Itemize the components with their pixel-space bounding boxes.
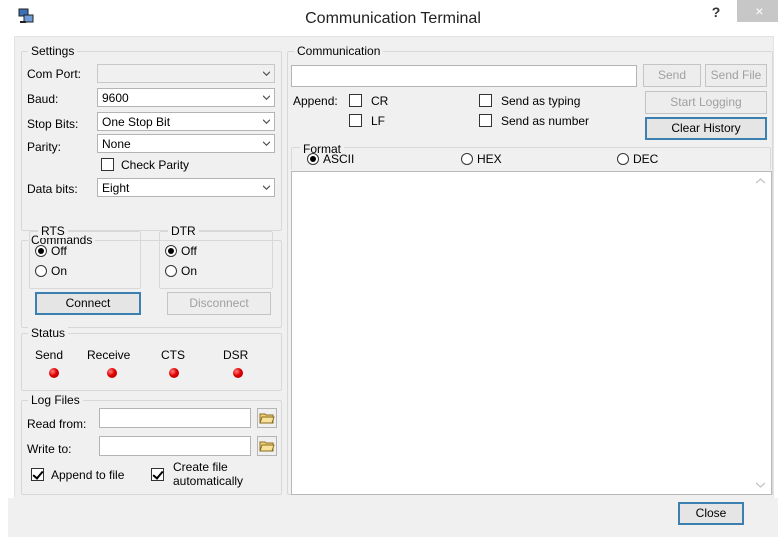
- dtr-legend: DTR: [168, 224, 199, 238]
- send-text-input[interactable]: [291, 65, 637, 87]
- read-from-input[interactable]: [99, 408, 251, 428]
- open-folder-icon: [259, 413, 275, 424]
- send-as-typing-checkbox[interactable]: [479, 94, 492, 107]
- dec-radio[interactable]: [617, 153, 629, 165]
- baud-select[interactable]: 9600: [97, 88, 275, 107]
- check-parity-checkbox[interactable]: [101, 158, 114, 171]
- append-to-file-checkbox[interactable]: [31, 468, 44, 481]
- parity-value: None: [102, 137, 131, 151]
- hex-label[interactable]: HEX: [477, 152, 502, 166]
- history-textarea[interactable]: [291, 171, 772, 495]
- status-send-label: Send: [35, 348, 64, 362]
- status-cts-label: CTS: [161, 348, 185, 362]
- dtr-off-label[interactable]: Off: [181, 244, 197, 258]
- status-legend: Status: [28, 326, 69, 340]
- send-led-indicator: [49, 368, 59, 378]
- window-title: Communication Terminal: [305, 10, 481, 27]
- dec-label[interactable]: DEC: [633, 152, 658, 166]
- rts-off-radio[interactable]: [35, 245, 47, 257]
- rts-off-label[interactable]: Off: [51, 244, 67, 258]
- window-close-button[interactable]: ×: [737, 0, 778, 22]
- send-as-number-label[interactable]: Send as number: [501, 114, 589, 128]
- data-bits-select[interactable]: Eight: [97, 178, 275, 197]
- read-from-label: Read from:: [27, 417, 87, 431]
- help-button[interactable]: ?: [705, 4, 727, 22]
- rts-on-radio[interactable]: [35, 265, 47, 277]
- append-label: Append:: [293, 94, 338, 108]
- send-button[interactable]: Send: [643, 64, 701, 87]
- create-file-checkbox[interactable]: [151, 468, 164, 481]
- open-folder-icon: [259, 441, 275, 452]
- dtr-group: DTR: [159, 224, 273, 289]
- check-parity-label[interactable]: Check Parity: [121, 158, 189, 172]
- rts-legend: RTS: [38, 224, 68, 238]
- log-files-legend: Log Files: [28, 393, 83, 407]
- parity-label: Parity:: [27, 140, 62, 154]
- settings-legend: Settings: [28, 44, 78, 58]
- read-from-browse-button[interactable]: [257, 408, 277, 428]
- baud-label: Baud:: [27, 92, 59, 106]
- create-file-label-line2[interactable]: automatically: [173, 474, 243, 488]
- chevron-down-icon: [263, 119, 270, 125]
- footer-bar: Close: [8, 498, 778, 537]
- chevron-down-icon: [263, 185, 270, 191]
- cr-checkbox[interactable]: [349, 94, 362, 107]
- scroll-up-arrow-icon[interactable]: [756, 178, 765, 184]
- dtr-on-label[interactable]: On: [181, 264, 197, 278]
- client-area: Settings Com Port: Baud: 9600 Stop Bits:…: [14, 36, 774, 500]
- disconnect-button[interactable]: Disconnect: [167, 292, 271, 315]
- append-to-file-label[interactable]: Append to file: [51, 468, 124, 482]
- communication-legend: Communication: [294, 44, 384, 58]
- rts-on-label[interactable]: On: [51, 264, 67, 278]
- title-bar: Communication Terminal ? ×: [8, 0, 778, 36]
- dsr-led-indicator: [233, 368, 243, 378]
- status-group: Status: [21, 326, 282, 391]
- com-port-select[interactable]: [97, 64, 275, 83]
- stop-bits-label: Stop Bits:: [27, 117, 79, 131]
- chevron-down-icon: [263, 141, 270, 147]
- write-to-browse-button[interactable]: [257, 436, 277, 456]
- dtr-on-radio[interactable]: [165, 265, 177, 277]
- cts-led-indicator: [169, 368, 179, 378]
- hex-radio[interactable]: [461, 153, 473, 165]
- rts-group: RTS: [29, 224, 141, 289]
- write-to-label: Write to:: [27, 442, 72, 456]
- baud-value: 9600: [102, 91, 129, 105]
- cr-label[interactable]: CR: [371, 94, 388, 108]
- lf-checkbox[interactable]: [349, 114, 362, 127]
- status-dsr-label: DSR: [223, 348, 249, 362]
- ascii-label[interactable]: ASCII: [323, 152, 354, 166]
- create-file-label-line1[interactable]: Create file: [173, 460, 228, 474]
- data-bits-label: Data bits:: [27, 182, 78, 196]
- send-as-typing-label[interactable]: Send as typing: [501, 94, 580, 108]
- format-group: Format: [291, 142, 771, 170]
- com-port-label: Com Port:: [27, 67, 82, 81]
- stop-bits-value: One Stop Bit: [102, 115, 171, 129]
- lf-label[interactable]: LF: [371, 114, 385, 128]
- close-button[interactable]: Close: [678, 502, 744, 525]
- stop-bits-select[interactable]: One Stop Bit: [97, 112, 275, 131]
- ascii-radio[interactable]: [307, 153, 319, 165]
- dtr-off-radio[interactable]: [165, 245, 177, 257]
- status-receive-label: Receive: [87, 348, 131, 362]
- send-as-number-checkbox[interactable]: [479, 114, 492, 127]
- chevron-down-icon: [263, 71, 270, 77]
- parity-select[interactable]: None: [97, 134, 275, 153]
- data-bits-value: Eight: [102, 181, 130, 195]
- clear-history-button[interactable]: Clear History: [645, 117, 767, 140]
- connect-button[interactable]: Connect: [35, 292, 141, 315]
- chevron-down-icon: [263, 95, 270, 101]
- receive-led-indicator: [107, 368, 117, 378]
- write-to-input[interactable]: [99, 436, 251, 456]
- start-logging-button[interactable]: Start Logging: [645, 91, 767, 114]
- scroll-down-arrow-icon[interactable]: [756, 482, 765, 488]
- send-file-button[interactable]: Send File: [705, 64, 767, 87]
